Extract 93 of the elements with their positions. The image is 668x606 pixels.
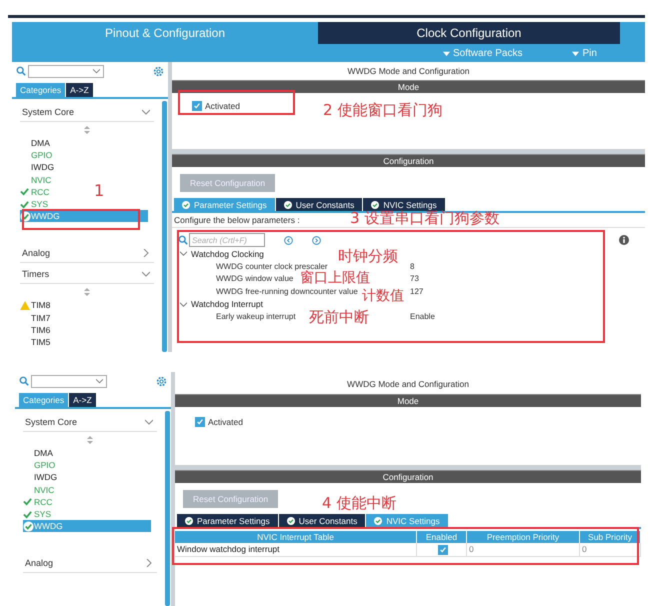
annotation-text: 4 使能中断: [322, 496, 396, 511]
parameter-name: Early wakeup interrupt: [216, 312, 296, 322]
annotation-text: 3 设置串口看门狗参数: [350, 211, 500, 226]
chevron-right-icon: [145, 559, 153, 568]
category-header[interactable]: System Core: [20, 103, 154, 122]
category-header[interactable]: Analog: [20, 244, 154, 264]
chevron-down-icon: [142, 270, 150, 278]
parameter-name: WWDG counter clock prescaler: [216, 262, 328, 271]
search-field[interactable]: Search (Crtl+F): [189, 233, 265, 247]
peripheral-item[interactable]: DMA: [20, 137, 50, 150]
search-icon: [178, 235, 188, 245]
activated-checkbox[interactable]: Activated: [192, 101, 240, 111]
peripheral-item[interactable]: TIM6: [20, 324, 50, 336]
peripheral-item[interactable]: IWDG: [20, 161, 54, 174]
category-header[interactable]: System Core: [23, 413, 157, 432]
chevron-down-icon: [180, 300, 187, 308]
annotation-text: 窗口上限值: [300, 271, 370, 285]
top-tab[interactable]: Clock Configuration: [318, 22, 620, 44]
view-tab[interactable]: A->Z: [66, 83, 93, 97]
chevron-right-icon: [142, 249, 150, 258]
column-header: Enabled: [417, 531, 467, 543]
check-circle-icon: [371, 201, 380, 209]
parameter-name: WWDG free-running downcounter value: [216, 286, 358, 296]
category-header[interactable]: Timers: [20, 265, 154, 284]
config-tab[interactable]: User Constants: [276, 198, 362, 211]
annotation-text: 计数值: [362, 289, 404, 303]
section-header: Mode: [175, 394, 641, 407]
sort-icon: [84, 288, 90, 296]
sort-icon: [84, 126, 90, 134]
column-header: NVIC Interrupt Table: [175, 531, 417, 543]
annotation-text: 1: [94, 183, 104, 199]
search-icon: [16, 66, 26, 76]
check-icon: [193, 102, 201, 110]
warning-icon: [20, 300, 30, 310]
scrollbar[interactable]: [162, 101, 167, 352]
enabled-checkbox[interactable]: [438, 544, 448, 554]
caret-icon: [572, 50, 580, 56]
check-circle-icon: [23, 520, 34, 532]
activated-checkbox[interactable]: Activated: [195, 417, 243, 427]
check-icon: [196, 418, 204, 426]
settings-icon[interactable]: [156, 376, 167, 386]
section-header: Mode: [172, 80, 645, 93]
check-circle-icon: [185, 517, 193, 525]
category-header[interactable]: Analog: [23, 554, 157, 574]
search-combo[interactable]: [28, 64, 104, 78]
column-header: Sub Priority: [580, 531, 641, 543]
view-tab[interactable]: A->Z: [69, 393, 96, 407]
chevron-down-icon: [142, 108, 150, 116]
search-combo[interactable]: [31, 374, 107, 388]
chevron-down-icon: [145, 418, 153, 426]
peripheral-item[interactable]: TIM5: [20, 336, 50, 348]
search-icon: [19, 376, 29, 386]
config-tab[interactable]: NVIC Settings: [363, 198, 445, 211]
parameter-value[interactable]: 73: [410, 274, 598, 284]
group-row[interactable]: Watchdog Clocking: [180, 248, 264, 258]
annotation-text: 死前中断: [309, 310, 369, 325]
parameter-name: WWDG window value: [216, 274, 294, 284]
info-icon[interactable]: [619, 235, 629, 245]
check-icon: [438, 546, 446, 554]
parameter-value[interactable]: 8: [410, 262, 598, 271]
scrollbar[interactable]: [165, 411, 170, 606]
peripheral-item[interactable]: DMA: [23, 447, 53, 460]
config-tab[interactable]: Parameter Settings: [177, 514, 278, 527]
check-circle-icon: [374, 517, 382, 525]
group-row[interactable]: Watchdog Interrupt: [180, 299, 263, 309]
section-header: Configuration: [175, 470, 641, 483]
table-cell[interactable]: 0: [580, 543, 641, 557]
chevron-down-icon: [180, 250, 187, 257]
column-header: Preemption Priority: [467, 531, 580, 543]
arrow-left-icon[interactable]: [284, 236, 293, 244]
check-circle-icon: [284, 201, 292, 209]
section-header: Configuration: [172, 154, 645, 167]
chevron-down-icon: [93, 68, 100, 74]
chevron-down-icon: [96, 378, 103, 384]
check-circle-icon: [20, 210, 31, 222]
check-circle-icon: [286, 517, 295, 525]
table-cell[interactable]: 0: [467, 543, 580, 557]
annotation-text: 2 使能窗口看门狗: [323, 103, 442, 118]
arrow-right-icon[interactable]: [312, 236, 321, 244]
config-tab[interactable]: User Constants: [278, 514, 366, 527]
settings-icon[interactable]: [153, 66, 164, 76]
parameter-value[interactable]: Enable: [410, 312, 598, 322]
peripheral-item[interactable]: TIM7: [20, 312, 50, 324]
panel-title: WWDG Mode and Configuration: [346, 65, 470, 78]
parameter-value[interactable]: 127: [410, 286, 598, 296]
peripheral-item[interactable]: TIM8: [20, 299, 50, 312]
sort-icon: [87, 436, 93, 444]
caret-icon: [443, 50, 450, 56]
table-cell: Window watchdog interrupt: [175, 543, 417, 557]
panel-title: WWDG Mode and Configuration: [346, 378, 470, 391]
check-circle-icon: [182, 201, 190, 209]
peripheral-item[interactable]: IWDG: [23, 471, 58, 484]
annotation-text: 时钟分频: [338, 249, 398, 264]
